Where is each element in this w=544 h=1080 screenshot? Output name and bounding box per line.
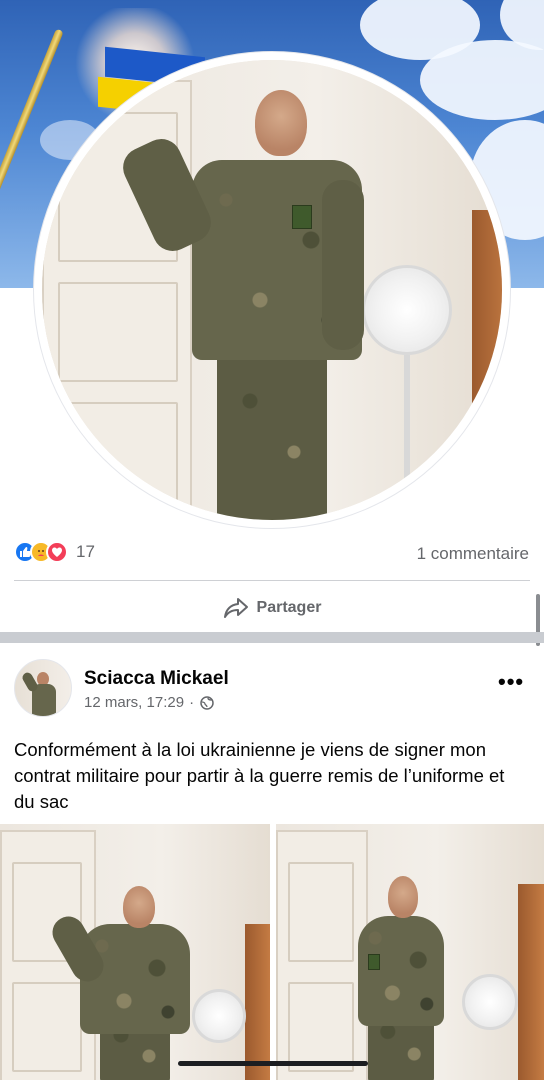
post-photo-1[interactable] — [0, 824, 270, 1080]
share-label: Partager — [256, 599, 322, 616]
fan-stand — [404, 355, 410, 505]
reaction-count: 17 — [76, 542, 95, 561]
post-photo-2[interactable] — [276, 824, 544, 1080]
door-panel — [12, 982, 82, 1072]
feed-separator — [0, 632, 544, 643]
soldier-head — [123, 886, 155, 928]
author-avatar[interactable] — [14, 659, 72, 717]
globe-icon — [200, 695, 214, 710]
uniform-patch — [292, 205, 312, 229]
uniform-patch — [368, 954, 380, 970]
more-options-button[interactable]: ••• — [498, 671, 524, 693]
share-icon — [223, 598, 248, 618]
comment-count-link[interactable]: 1 commentaire — [417, 544, 529, 564]
soldier-head — [388, 876, 418, 918]
wood-trim — [245, 924, 270, 1080]
post-timestamp[interactable]: 12 mars, 17:29 — [84, 694, 184, 711]
door-panel — [288, 982, 354, 1072]
soldier-head — [255, 90, 307, 156]
divider — [14, 580, 530, 581]
share-button[interactable]: Partager — [0, 588, 544, 628]
soldier-jacket — [80, 924, 190, 1034]
door — [276, 830, 368, 1080]
soldier-legs — [217, 350, 327, 520]
fan — [462, 974, 518, 1030]
soldier-arm — [322, 180, 364, 350]
wood-trim — [472, 210, 502, 520]
profile-picture[interactable] — [42, 60, 502, 520]
post-text: Conformément à la loi ukrainienne je vie… — [14, 739, 505, 812]
fan — [362, 265, 452, 355]
wood-trim — [518, 884, 544, 1080]
door-panel — [58, 282, 178, 382]
author-name[interactable]: Sciacca Mickael — [84, 668, 229, 690]
soldier-jacket — [358, 916, 444, 1026]
love-icon — [46, 541, 68, 563]
fan — [192, 989, 246, 1043]
home-indicator — [178, 1061, 368, 1066]
door-panel — [288, 862, 354, 962]
door-panel — [58, 402, 178, 512]
reactions-summary[interactable]: 17 — [14, 541, 95, 563]
meta-separator: · — [189, 694, 195, 711]
post-meta: 12 mars, 17:29 · — [84, 694, 214, 711]
